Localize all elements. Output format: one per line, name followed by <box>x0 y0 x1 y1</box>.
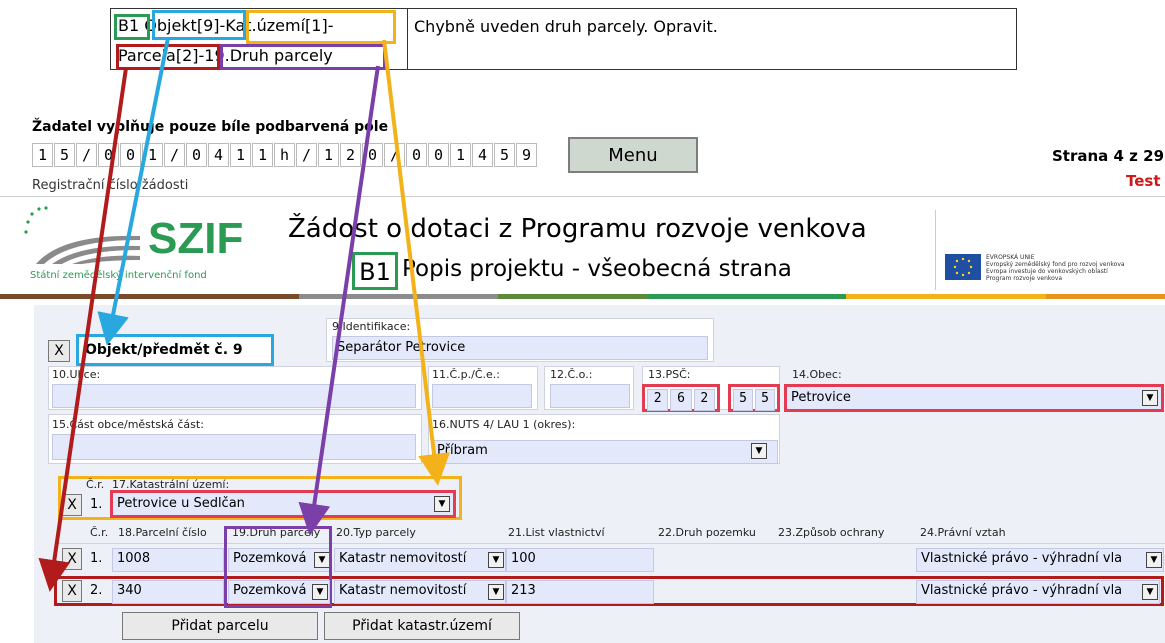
form-title: Žádost o dotaci z Programu rozvoje venko… <box>288 214 867 244</box>
parcel-number-field[interactable]: 340 <box>112 580 224 604</box>
chevron-down-icon[interactable]: ▼ <box>1146 552 1162 568</box>
row-number: 1. <box>90 551 103 566</box>
lv-field[interactable]: 100 <box>506 548 654 572</box>
th-cr: Č.r. <box>90 526 109 539</box>
error-note-divider <box>407 8 408 70</box>
obec-label: 14.Obec: <box>792 368 842 381</box>
registration-digit[interactable]: 9 <box>516 143 537 167</box>
registration-digit[interactable]: 5 <box>494 143 515 167</box>
th-pozemek: 22.Druh pozemku <box>658 526 756 539</box>
identification-field[interactable]: Separátor Petrovice <box>332 336 708 360</box>
registration-digit[interactable]: 0 <box>186 143 207 167</box>
registration-digit[interactable]: 0 <box>362 143 383 167</box>
lv-field[interactable]: 213 <box>506 580 654 604</box>
registration-digit[interactable]: 1 <box>230 143 251 167</box>
pravni-vztah-select[interactable]: Vlastnické právo - výhradní vla ▼ <box>916 548 1164 572</box>
chevron-down-icon[interactable]: ▼ <box>488 552 504 568</box>
menu-button[interactable]: Menu <box>568 137 698 173</box>
th-lv: 21.List vlastnictví <box>508 526 605 539</box>
remove-object-button[interactable]: X <box>48 340 70 362</box>
remove-cadastre-button[interactable]: X <box>62 494 82 516</box>
chevron-down-icon[interactable]: ▼ <box>1142 584 1158 600</box>
druh-parcely-select[interactable]: Pozemková ▼ <box>228 580 330 604</box>
th-parcel: 18.Parcelní číslo <box>118 526 207 539</box>
highlight-objekt <box>152 10 246 40</box>
instruction-text: Žadatel vyplňuje pouze bíle podbarvená p… <box>32 119 389 135</box>
registration-digit[interactable]: 1 <box>450 143 471 167</box>
section-code: B1 <box>352 252 398 290</box>
co-label: 12.Č.o.: <box>550 368 593 381</box>
typ-parcely-select[interactable]: Katastr nemovitostí ▼ <box>334 548 506 572</box>
page-info: Strana 4 z 29 <box>1052 147 1165 165</box>
registration-digit[interactable]: 0 <box>120 143 141 167</box>
registration-digit[interactable]: 4 <box>472 143 493 167</box>
chevron-down-icon[interactable]: ▼ <box>1142 390 1158 406</box>
cadastre-row-number: 1. <box>90 497 103 512</box>
chevron-down-icon[interactable]: ▼ <box>434 496 450 512</box>
identification-label: 9.Identifikace: <box>332 320 411 333</box>
chevron-down-icon[interactable]: ▼ <box>312 584 328 600</box>
registration-digit[interactable]: 0 <box>98 143 119 167</box>
registration-number: 1 5/0 0 1/0 4 1 1 h/1 2 0/0 0 1 4 5 9 <box>32 143 552 169</box>
street-field[interactable] <box>52 384 416 408</box>
th-typ: 20.Typ parcely <box>336 526 416 539</box>
remove-parcel-button[interactable]: X <box>62 580 82 602</box>
szif-logo-subtitle: Státní zemědělský intervenční fond <box>30 270 207 281</box>
highlight-druh <box>220 44 386 70</box>
nuts-select[interactable]: Příbram ▼ <box>432 440 778 464</box>
th-pravni: 24.Právní vztah <box>920 526 1006 539</box>
psc-field-a[interactable]: 2 6 2 <box>642 384 720 412</box>
eu-text: EVROPSKÁ UNIE Evropský zemědělský fond pr… <box>986 254 1125 282</box>
highlight-parcela <box>116 44 220 70</box>
remove-parcel-button[interactable]: X <box>62 548 82 570</box>
row-number: 2. <box>90 583 103 598</box>
registration-digit[interactable]: 1 <box>142 143 163 167</box>
error-message: Chybně uveden druh parcely. Opravit. <box>414 17 718 36</box>
szif-logo-graphic <box>22 206 142 266</box>
district-field[interactable] <box>52 434 416 460</box>
cr-label: Č.r. <box>86 478 105 491</box>
th-ochrana: 23.Způsob ochrany <box>778 526 885 539</box>
highlight-b1 <box>114 14 150 40</box>
obec-select[interactable]: Petrovice ▼ <box>784 384 1164 412</box>
registration-digit[interactable]: / <box>384 143 405 167</box>
registration-digit[interactable]: / <box>164 143 185 167</box>
registration-digit[interactable]: 1 <box>252 143 273 167</box>
registration-label: Registrační číslo žádosti <box>32 178 189 193</box>
psc-field-b[interactable]: 5 5 <box>728 384 780 412</box>
add-cadastre-button[interactable]: Přidat katastr.území <box>324 612 520 640</box>
registration-digit[interactable]: 4 <box>208 143 229 167</box>
cadastre-select[interactable]: Petrovice u Sedlčan ▼ <box>110 490 456 518</box>
chevron-down-icon[interactable]: ▼ <box>751 443 767 459</box>
eu-flag-icon <box>945 254 981 280</box>
cp-field[interactable] <box>432 384 532 408</box>
test-label: Test <box>1126 172 1161 190</box>
district-label: 15.Část obce/městská část: <box>52 418 204 431</box>
chevron-down-icon[interactable]: ▼ <box>488 584 504 600</box>
nuts-label: 16.NUTS 4/ LAU 1 (okres): <box>432 418 576 431</box>
registration-digit[interactable]: / <box>76 143 97 167</box>
registration-digit[interactable]: 1 <box>318 143 339 167</box>
psc-label: 13.PSČ: <box>648 368 691 381</box>
add-parcel-button[interactable]: Přidat parcelu <box>122 612 318 640</box>
cp-label: 11.Č.p./Č.e.: <box>432 368 501 381</box>
registration-digit[interactable]: / <box>296 143 317 167</box>
banner-color-stripe <box>0 294 1165 299</box>
registration-digit[interactable]: 0 <box>428 143 449 167</box>
pravni-vztah-select[interactable]: Vlastnické právo - výhradní vla ▼ <box>916 580 1160 604</box>
co-field[interactable] <box>550 384 630 408</box>
registration-digit[interactable]: h <box>274 143 295 167</box>
object-title: Objekt/předmět č. 9 <box>76 334 274 366</box>
registration-digit[interactable]: 1 <box>32 143 53 167</box>
section-title: Popis projektu - všeobecná strana <box>402 256 792 282</box>
typ-parcely-select[interactable]: Katastr nemovitostí ▼ <box>334 580 506 604</box>
registration-digit[interactable]: 2 <box>340 143 361 167</box>
parcel-number-field[interactable]: 1008 <box>112 548 224 572</box>
street-label: 10.Ulice: <box>52 368 101 381</box>
registration-digit[interactable]: 0 <box>406 143 427 167</box>
registration-digit[interactable]: 5 <box>54 143 75 167</box>
banner-divider <box>935 210 936 290</box>
highlight-katuzemi <box>246 10 396 44</box>
szif-logo-text: SZIF <box>148 214 244 263</box>
